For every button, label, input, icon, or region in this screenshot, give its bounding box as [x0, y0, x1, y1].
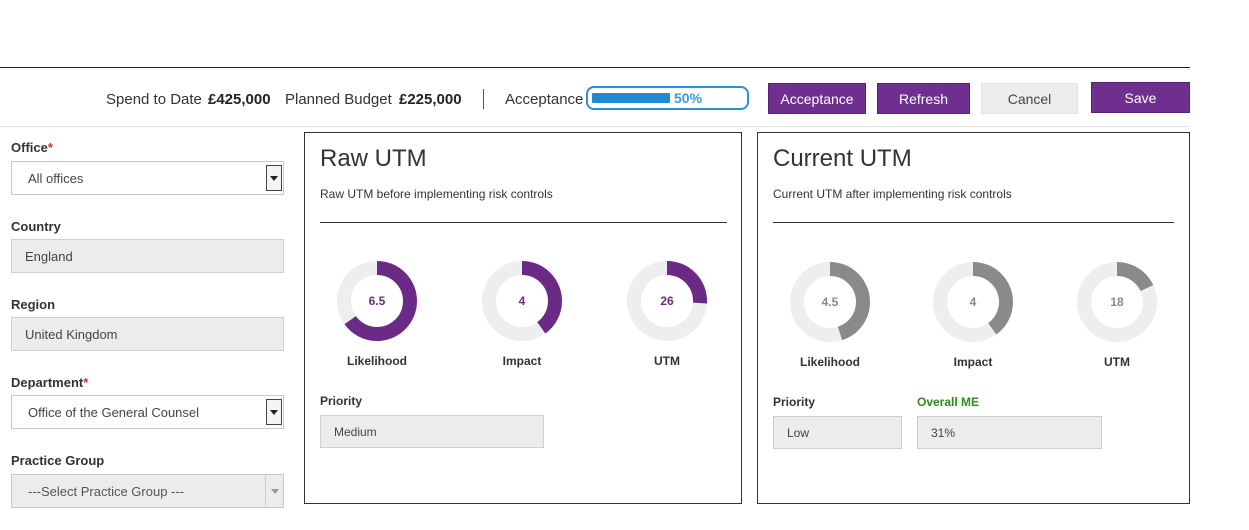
acceptance-progress-text: 50% [674, 90, 703, 106]
raw-likelihood-label: Likelihood [347, 354, 407, 368]
country-label: Country [11, 219, 61, 234]
office-select-value: All offices [28, 170, 84, 186]
current-utm-title: Current UTM [773, 145, 912, 172]
chevron-down-icon[interactable] [265, 475, 283, 507]
raw-utm-divider [320, 222, 727, 223]
current-utm-label: UTM [1104, 355, 1130, 369]
current-utm-donut: 18 [1077, 262, 1157, 342]
department-label: Department* [11, 375, 89, 390]
raw-impact-label: Impact [502, 354, 542, 368]
current-impact-donut: 4 [933, 262, 1013, 342]
raw-utm-subtitle: Raw UTM before implementing risk control… [320, 187, 553, 201]
spend-to-date-value: £425,000 [208, 90, 271, 108]
country-field: England [11, 239, 284, 273]
department-select-value: Office of the General Counsel [28, 404, 200, 420]
raw-impact-value: 4 [518, 294, 526, 308]
overall-me-field: 31% [917, 416, 1102, 449]
current-priority-field: Low [773, 416, 902, 449]
office-label: Office* [11, 140, 53, 155]
raw-utm-title: Raw UTM [320, 145, 427, 172]
current-utm-panel: Current UTM Current UTM after implementi… [757, 132, 1190, 504]
raw-utm-donut: 26 [627, 261, 707, 341]
overall-me-label: Overall ME [917, 395, 980, 409]
region-field: United Kingdom [11, 317, 284, 351]
raw-priority-field: Medium [320, 415, 544, 448]
practice-group-select[interactable]: ---Select Practice Group --- [11, 474, 284, 508]
raw-utm-label: UTM [654, 354, 680, 368]
raw-likelihood-value: 6.5 [368, 294, 386, 308]
raw-impact-donut: 4 [482, 261, 562, 341]
practice-group-select-value: ---Select Practice Group --- [28, 483, 185, 499]
acceptance-label: Acceptance [505, 90, 584, 108]
cancel-button[interactable]: Cancel [981, 83, 1078, 114]
raw-likelihood-donut: 6.5 [337, 261, 417, 341]
current-likelihood-donut: 4.5 [790, 262, 870, 342]
current-likelihood-label: Likelihood [800, 355, 860, 369]
office-select[interactable]: All offices [11, 161, 284, 195]
chevron-down-icon[interactable] [266, 399, 282, 425]
planned-budget-label: Planned Budget [285, 90, 392, 108]
raw-utm-panel: Raw UTM Raw UTM before implementing risk… [304, 132, 742, 504]
acceptance-button[interactable]: Acceptance [768, 83, 866, 114]
header-divider [0, 126, 1190, 127]
acceptance-progress-fill [592, 93, 670, 103]
current-utm-value: 18 [1110, 295, 1124, 309]
save-button[interactable]: Save [1091, 82, 1190, 113]
acceptance-progress-bar: 50% [586, 86, 749, 110]
top-rule [0, 67, 1190, 68]
current-impact-value: 4 [969, 295, 977, 309]
raw-priority-label: Priority [320, 394, 363, 408]
current-impact-label: Impact [953, 355, 993, 369]
office-required-mark: * [47, 140, 53, 155]
raw-utm-value: 26 [660, 294, 674, 308]
department-required-mark: * [83, 375, 89, 390]
refresh-button[interactable]: Refresh [877, 83, 970, 114]
practice-group-label: Practice Group [11, 453, 105, 468]
spend-to-date-label: Spend to Date [106, 90, 202, 108]
current-utm-subtitle: Current UTM after implementing risk cont… [773, 187, 1012, 201]
current-likelihood-value: 4.5 [821, 295, 839, 309]
department-select[interactable]: Office of the General Counsel [11, 395, 284, 429]
current-utm-divider [773, 222, 1174, 223]
region-label: Region [11, 297, 56, 312]
header-separator [483, 89, 484, 109]
chevron-down-icon[interactable] [266, 165, 282, 191]
current-priority-label: Priority [773, 395, 816, 409]
planned-budget-value: £225,000 [399, 90, 462, 108]
